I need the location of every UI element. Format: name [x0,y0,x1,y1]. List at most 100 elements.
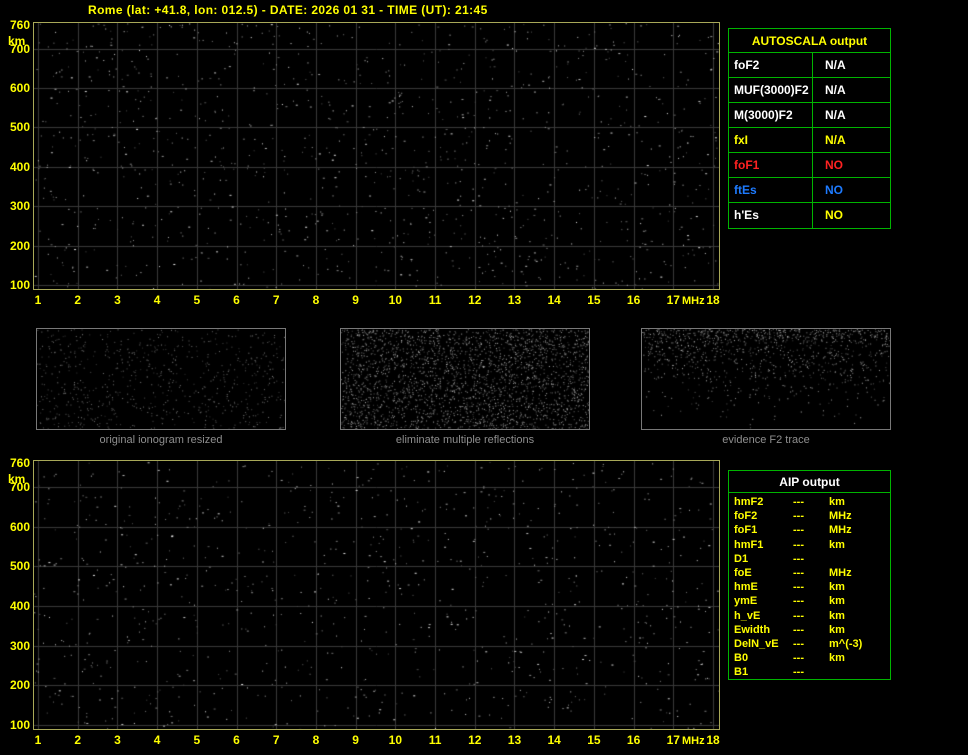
table-row-muf3000f2: MUF(3000)F2 N/A [729,78,890,103]
x-tick-11: 11 [428,733,442,747]
aip-row-Ewidth: Ewidth --- km [729,624,890,638]
x-tick-14: 14 [547,733,561,747]
aip-param-unit: MHz [829,524,852,537]
x-tick-6: 6 [233,733,240,747]
x-tick-5: 5 [193,733,201,747]
aip-param-name: foF2 [734,510,758,523]
table-row-hpes: h'Es NO [729,203,890,228]
aip-param-value: --- [793,524,804,537]
aip-param-unit: km [829,538,845,551]
autoscala-app-window: Rome (lat: +41.8, lon: 012.5) - DATE: 20… [0,0,968,755]
x-tick-7: 7 [272,293,280,307]
aip-param-name: foF1 [734,524,758,537]
y-tick-100: 100 [9,278,30,293]
y-tick-500: 500 [9,120,30,135]
aip-param-value: --- [793,581,804,594]
param-label: ftEs [729,178,813,202]
param-label: M(3000)F2 [729,103,813,127]
thumbnail-f2-trace [641,328,891,430]
aip-param-value: --- [793,623,804,636]
aip-row-B1: B1 --- [729,666,890,680]
thumbnail-caption-1: original ionogram resized [99,434,223,446]
table-row-ftes: ftEs NO [729,178,890,203]
ionogram-plot-top: km MHz 1 2 3 4 5 6 7 8 9 10 11 12 13 14 15 16 17 18 760 700… [8,18,720,307]
aip-param-name: ymE [734,595,758,608]
aip-param-unit: km [829,623,845,636]
param-value: N/A [825,133,846,147]
x-tick-3: 3 [114,733,121,747]
aip-param-value: --- [793,538,804,551]
x-tick-1: 1 [34,733,42,747]
x-tick-2: 2 [74,293,82,307]
aip-param-value: --- [793,637,804,650]
aip-row-foF1: foF1 --- MHz [729,524,890,538]
x-tick-12: 12 [468,733,482,747]
aip-param-unit: km [829,652,845,665]
autoscala-table-title: AUTOSCALA output [729,29,890,53]
aip-param-unit: km [829,581,845,594]
aip-param-name: hmF2 [734,496,764,508]
aip-row-ymE: ymE --- km [729,595,890,609]
aip-param-name: h_vE [734,609,761,622]
x-tick-4: 4 [153,293,161,307]
thumbnail-original-ionogram [36,328,286,430]
ionogram-bottom-canvas [34,461,719,729]
y-tick-760: 760 [9,456,30,470]
ionogram-top-canvas [34,23,719,289]
thumbnail-caption-2: eliminate multiple reflections [395,434,535,446]
x-tick-17: 17 [666,293,680,307]
x-tick-12: 12 [468,293,482,307]
x-tick-5: 5 [193,293,201,307]
y-tick-700: 700 [9,479,30,494]
x-tick-17: 17 [666,733,680,747]
thumbnail-caption-3: evidence F2 trace [722,434,810,446]
y-tick-400: 400 [9,159,30,174]
x-tick-13: 13 [507,293,522,307]
x-tick-11: 11 [428,293,442,307]
param-value: NO [825,158,843,172]
aip-param-value: --- [793,510,804,523]
aip-param-name: B1 [734,666,749,679]
aip-param-name: hmF1 [734,538,764,551]
thumbnail-canvas [642,329,890,429]
param-label: h'Es [729,203,813,228]
aip-row-DelN_vE: DelN_vE --- m^(-3) [729,638,890,652]
aip-param-value: --- [793,496,804,508]
x-tick-15: 15 [587,293,601,307]
x-tick-4: 4 [153,733,161,747]
x-tick-1: 1 [34,293,42,307]
ionogram-plot-bottom: km MHz 1 2 3 4 5 6 7 8 9 10 11 12 13 14 15 16 17 18 760 700… [8,456,720,747]
aip-table-body: hmF2 --- km foF2 --- MHz foF1 --- MHz hmF1 --- km D1… [729,493,890,680]
y-tick-600: 600 [9,519,30,534]
y-tick-500: 500 [9,559,30,574]
param-label: foF1 [729,153,813,177]
x-tick-9: 9 [352,733,359,747]
param-value: NO [825,208,843,222]
autoscala-output-table: AUTOSCALA output foF2 N/A MUF(3000)F2 N/… [728,28,891,229]
aip-param-value: --- [793,566,804,579]
param-value: NO [825,183,843,197]
x-tick-6: 6 [233,293,240,307]
x-tick-2: 2 [74,733,82,747]
aip-param-unit: km [829,595,845,608]
aip-row-D1: D1 --- [729,553,890,567]
aip-param-value: --- [793,666,804,679]
aip-param-unit: km [829,609,845,622]
aip-param-name: B0 [734,652,749,665]
x-tick-15: 15 [587,733,601,747]
param-label: foF2 [729,53,813,77]
x-tick-16: 16 [626,733,641,747]
x-tick-18: 18 [706,733,720,747]
table-row-m3000f2: M(3000)F2 N/A [729,103,890,128]
x-tick-13: 13 [507,733,522,747]
x-tick-8: 8 [312,733,320,747]
y-tick-100: 100 [9,718,30,733]
aip-param-value: --- [793,552,804,565]
aip-param-unit: km [829,496,845,508]
aip-param-unit: MHz [829,510,852,523]
aip-param-value: --- [793,652,804,665]
x-tick-16: 16 [626,293,641,307]
aip-param-unit [829,553,890,567]
x-tick-9: 9 [352,293,359,307]
y-tick-760: 760 [9,17,30,32]
